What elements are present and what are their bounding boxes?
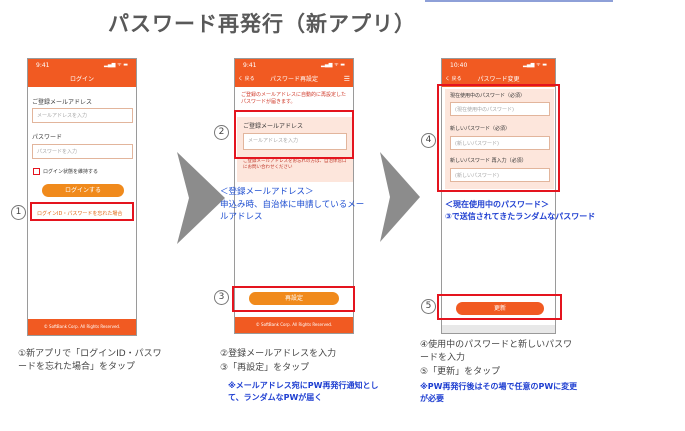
signal-battery-icon: ▂▄▆ ᯤ ▬ bbox=[522, 62, 547, 68]
step-marker-1: 1 bbox=[11, 205, 26, 220]
arrow-right-icon bbox=[177, 152, 225, 244]
menu-icon[interactable]: ☰ bbox=[344, 72, 350, 87]
status-time: 10:40 bbox=[450, 62, 468, 69]
nav-title: パスワード再設定 bbox=[269, 76, 318, 83]
email-annotation-desc: 申込み時、自治体に申請しているメールアドレス bbox=[220, 200, 365, 223]
footer-copyright: © SoftBank Corp. All Rights Reserved. bbox=[235, 317, 353, 333]
highlight-forgot-link bbox=[30, 202, 134, 221]
forgot-email-note: ご登録メールアドレスをお忘れの方は、自治体窓口にお問い合わせください bbox=[243, 159, 347, 171]
email-annotation-heading: ＜登録メールアドレス＞ bbox=[220, 187, 314, 197]
keep-login-label: ログイン状態を維持する bbox=[43, 169, 99, 175]
step5-description: ⑤「更新」をタップ bbox=[420, 367, 501, 377]
step-marker-5: 5 bbox=[421, 299, 436, 314]
step3-description: ③「再設定」をタップ bbox=[220, 363, 310, 373]
nav-bar: ログイン bbox=[28, 72, 136, 87]
nav-title: ログイン bbox=[69, 76, 94, 83]
nav-title: パスワード変更 bbox=[477, 76, 520, 83]
email-input[interactable]: メールアドレスを入力 bbox=[32, 108, 133, 123]
signal-battery-icon: ▂▄▆ ᯤ ▬ bbox=[320, 62, 345, 68]
reset-info-text: ご登録のメールアドレスに自動的に再設定したパスワードが届きます。 bbox=[241, 92, 347, 105]
step1-description: ①新アプリで「ログインID・パスワードを忘れた場合」をタップ bbox=[18, 349, 162, 373]
top-divider-line bbox=[425, 0, 613, 2]
home-indicator-bar bbox=[442, 325, 555, 333]
highlight-update-button bbox=[437, 294, 562, 320]
arrow-right-icon bbox=[380, 152, 420, 242]
footer-copyright: © SoftBank Corp. All Rights Reserved. bbox=[28, 319, 136, 335]
status-bar: 10:40 ▂▄▆ ᯤ ▬ bbox=[442, 59, 555, 72]
highlight-reset-button bbox=[232, 286, 355, 312]
page-title: パスワード再発行（新アプリ） bbox=[108, 12, 416, 36]
email-label: ご登録メールアドレス bbox=[32, 99, 93, 106]
keep-login-checkbox[interactable] bbox=[33, 168, 40, 175]
status-time: 9:41 bbox=[243, 62, 257, 69]
step4-description: ④使用中のパスワードと新しいパスワードを入力 bbox=[420, 340, 573, 364]
step2-note: ※メールアドレス宛にPW再発行通知として、ランダムなPWが届く bbox=[228, 381, 379, 402]
step-marker-4: 4 bbox=[421, 133, 436, 148]
status-bar: 9:41 ▂▄▆ ᯤ ▬ bbox=[28, 59, 136, 72]
nav-bar: く 戻る パスワード再設定 ☰ bbox=[235, 72, 353, 87]
highlight-email-section bbox=[234, 110, 354, 159]
password-input[interactable]: パスワードを入力 bbox=[32, 144, 133, 159]
signal-battery-icon: ▂▄▆ ᯤ ▬ bbox=[103, 62, 128, 68]
password-label: パスワード bbox=[32, 134, 63, 141]
status-bar: 9:41 ▂▄▆ ᯤ ▬ bbox=[235, 59, 353, 72]
current-password-annotation-desc: ③で送信されてきたランダムなパスワード bbox=[445, 212, 596, 221]
highlight-password-fields bbox=[437, 84, 560, 192]
step-marker-2: 2 bbox=[214, 125, 229, 140]
phone-screen-login: 9:41 ▂▄▆ ᯤ ▬ ログイン ご登録メールアドレス メールアドレスを入力 … bbox=[27, 58, 137, 336]
login-button[interactable]: ログインする bbox=[42, 184, 124, 197]
back-button[interactable]: く 戻る bbox=[238, 72, 255, 87]
step3-note: ※PW再発行後はその場で任意のPWに変更が必要 bbox=[420, 382, 578, 403]
current-password-annotation-heading: ＜現在使用中のパスワード＞ bbox=[445, 200, 549, 209]
step-marker-3: 3 bbox=[214, 290, 229, 305]
status-time: 9:41 bbox=[36, 62, 50, 69]
step2-description: ②登録メールアドレスを入力 bbox=[220, 349, 337, 359]
